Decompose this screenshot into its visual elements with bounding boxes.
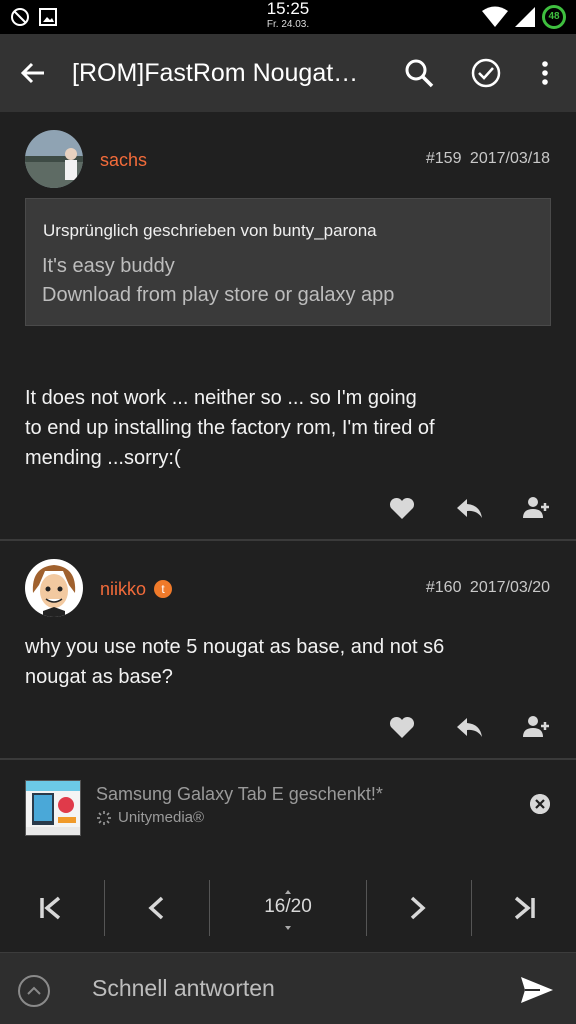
reply-arrow-icon[interactable] — [455, 494, 483, 522]
quote-header[interactable]: Ursprünglich geschrieben von bunty_paron… — [43, 221, 377, 241]
user-badge-icon: t — [154, 580, 173, 598]
quote-block: Ursprünglich geschrieben von bunty_paron… — [25, 198, 551, 326]
total-pages: 20 — [290, 896, 312, 917]
page-navigation: 16/20 — [0, 864, 576, 952]
post-meta: #160 2017/03/20 — [426, 579, 550, 597]
post-body-line: nougat as base? — [25, 666, 173, 688]
previous-page-icon[interactable] — [138, 890, 174, 926]
mark-read-check-icon[interactable] — [469, 56, 503, 90]
post-meta: #159 2017/03/18 — [426, 150, 550, 168]
author-name[interactable]: sachs — [100, 150, 147, 171]
post-date: 2017/03/20 — [469, 579, 550, 596]
quote-line: Download from play store or galaxy app — [42, 284, 395, 306]
pager-separator — [104, 880, 105, 936]
app-toolbar: [ROM]FastRom Nougat… — [0, 34, 576, 112]
thread-title: [ROM]FastRom Nougat… — [72, 59, 359, 87]
ad-image[interactable] — [25, 780, 81, 836]
post-body-line: why you use note 5 nougat as base, and n… — [25, 636, 445, 658]
post-body: why you use note 5 nougat as base, and n… — [25, 632, 525, 692]
post-number[interactable]: #160 — [426, 579, 462, 596]
expand-reply-icon[interactable] — [18, 975, 50, 1007]
add-user-icon[interactable] — [522, 713, 550, 741]
quick-reply-input[interactable]: Schnell antworten — [92, 975, 275, 1002]
author-name[interactable]: niikko t — [100, 579, 173, 600]
pager-separator — [471, 880, 472, 936]
post-divider — [0, 758, 576, 760]
ad-title[interactable]: Samsung Galaxy Tab E geschenkt!* — [96, 784, 383, 805]
page-indicator[interactable]: 16/20 — [210, 890, 366, 930]
add-user-icon[interactable] — [522, 494, 550, 522]
first-page-icon[interactable] — [33, 890, 69, 926]
author-name-text[interactable]: niikko — [100, 579, 146, 599]
page-select-arrows-icon — [285, 890, 291, 930]
quick-reply-bar: Schnell antworten — [0, 952, 576, 1024]
quote-line: It's easy buddy — [42, 255, 175, 277]
post-body-line: to end up installing the factory rom, I'… — [25, 417, 435, 439]
post-divider — [0, 539, 576, 541]
post-body-line: It does not work ... neither so ... so I… — [25, 387, 417, 409]
like-heart-icon[interactable] — [388, 713, 416, 741]
ad-close-icon[interactable] — [530, 794, 550, 814]
post-date: 2017/03/18 — [469, 150, 550, 167]
avatar[interactable] — [25, 559, 83, 617]
last-page-icon[interactable] — [506, 890, 542, 926]
post-body-line: mending ...sorry:( — [25, 447, 181, 469]
loading-spinner-icon — [97, 810, 111, 825]
status-bar: 15:25 Fr. 24.03. 48 — [0, 0, 576, 34]
post-number[interactable]: #159 — [426, 150, 462, 167]
battery-indicator: 48 — [542, 5, 566, 29]
ad-sponsor-name: Unitymedia® — [118, 809, 205, 826]
pager-separator — [366, 880, 367, 936]
reply-arrow-icon[interactable] — [455, 713, 483, 741]
overflow-menu-icon[interactable] — [528, 56, 562, 90]
like-heart-icon[interactable] — [388, 494, 416, 522]
back-arrow-icon[interactable] — [18, 58, 48, 88]
next-page-icon[interactable] — [400, 890, 436, 926]
wifi-icon — [482, 6, 508, 27]
ad-sponsor: Unitymedia® — [96, 809, 204, 826]
avatar[interactable] — [25, 130, 83, 188]
cell-signal-icon — [515, 7, 535, 27]
search-icon[interactable] — [402, 56, 436, 90]
post-body: It does not work ... neither so ... so I… — [25, 383, 525, 473]
send-icon[interactable] — [520, 975, 554, 1005]
